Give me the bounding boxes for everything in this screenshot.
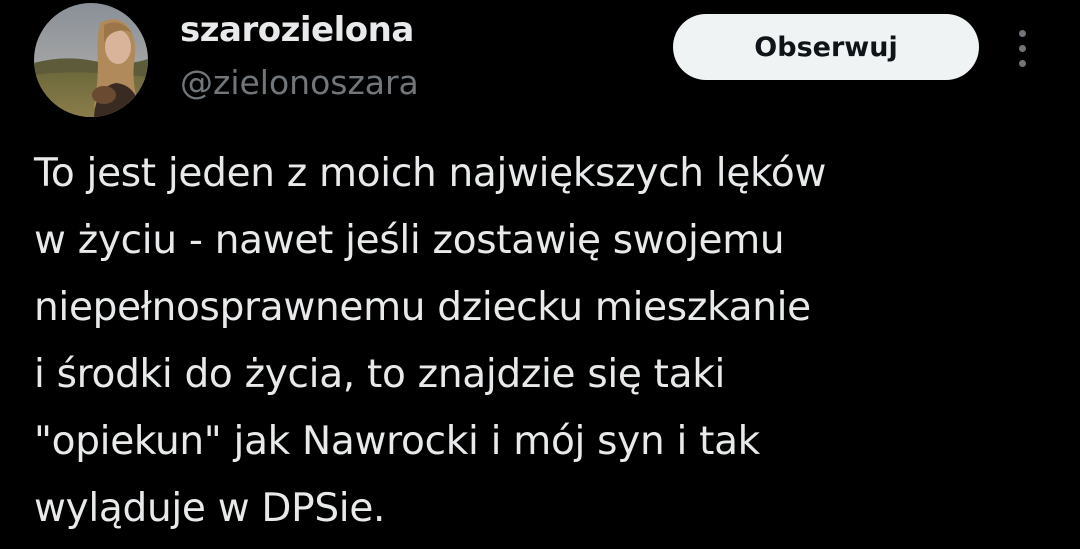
tweet-text: To jest jeden z moich największych lęków… <box>34 140 1064 542</box>
more-dot <box>1019 60 1026 67</box>
follow-button[interactable]: Obserwuj <box>673 14 979 80</box>
more-vertical-icon[interactable] <box>1008 28 1038 70</box>
tweet-text-line: To jest jeden z moich największych lęków <box>34 151 827 196</box>
avatar[interactable] <box>34 3 148 117</box>
tweet-text-line: w życiu - nawet jeśli zostawię swojemu <box>34 218 785 263</box>
more-dot <box>1019 45 1026 52</box>
tweet-text-line: "opiekun" jak Nawrocki i mój syn i tak <box>34 419 760 464</box>
avatar-photo <box>34 3 148 117</box>
author-display-name[interactable]: szarozielona <box>180 10 414 50</box>
more-dot <box>1019 30 1026 37</box>
tweet-card: szarozielona @zielonoszara Obserwuj To j… <box>0 0 1080 549</box>
tweet-text-line: niepełnosprawnemu dziecku mieszkanie <box>34 285 811 330</box>
tweet-text-line: wyląduje w DPSie. <box>34 486 386 531</box>
author-handle[interactable]: @zielonoszara <box>180 63 419 102</box>
follow-button-label: Obserwuj <box>754 31 898 63</box>
tweet-text-line: i środki do życia, to znajdzie się taki <box>34 352 726 397</box>
